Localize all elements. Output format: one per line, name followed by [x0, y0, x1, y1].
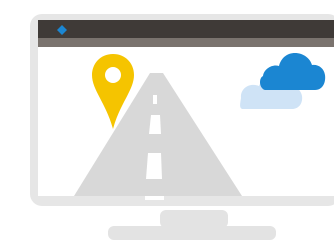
monitor-illustration — [0, 0, 334, 240]
monitor-icon — [30, 14, 334, 240]
monitor-stand — [108, 210, 276, 240]
window-titlebar-icon — [38, 20, 334, 47]
